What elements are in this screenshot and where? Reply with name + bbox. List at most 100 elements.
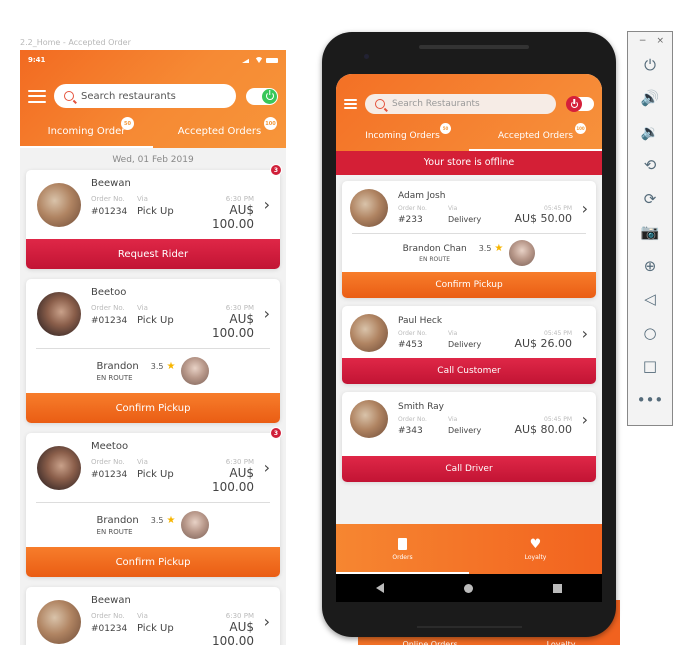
back-icon[interactable]: ◁ — [628, 283, 672, 317]
driver-name: Brandon — [96, 360, 139, 372]
order-time: 6:30 PM — [225, 304, 254, 312]
order-card[interactable]: Beewan Order No. Via 6:30 PM #01234 Pick Up… — [26, 587, 280, 645]
order-via: Pick Up — [137, 315, 174, 326]
order-amount: AU$ 50.00 — [514, 212, 572, 225]
order-card[interactable]: Adam Josh Order No. Via 05:45 PM #233 Deliv… — [342, 181, 596, 298]
customer-name: Adam Josh — [398, 191, 446, 201]
chevron-right-icon[interactable]: › — [254, 612, 270, 631]
order-time: 6:30 PM — [225, 458, 254, 466]
order-amount: AU$ 100.00 — [212, 203, 254, 231]
rotate-right-icon[interactable]: ⟳ — [628, 182, 672, 216]
order-number: #01234 — [91, 207, 128, 217]
store-online-toggle[interactable] — [246, 87, 278, 105]
order-number: #453 — [398, 340, 423, 350]
tab-accepted-orders[interactable]: Accepted Orders 100 — [153, 117, 286, 148]
customer-avatar — [37, 599, 81, 644]
artboard-label: 2.2_Home - Accepted Order — [20, 38, 131, 47]
confirm-pickup-button[interactable]: Confirm Pickup — [26, 547, 280, 577]
power-icon — [265, 92, 274, 100]
search-input[interactable]: Search restaurants — [54, 84, 236, 108]
minimize-button[interactable]: − — [639, 36, 647, 46]
tab-badge: 100 — [575, 123, 586, 134]
heart-icon: ♥ — [529, 536, 542, 552]
search-icon — [64, 91, 74, 101]
search-placeholder: Search Restaurants — [392, 99, 480, 109]
order-card[interactable]: Smith Ray Order No. Via 05:45 PM #343 Deliv… — [342, 392, 596, 482]
chevron-right-icon[interactable]: › — [254, 458, 270, 477]
home-icon[interactable]: ○ — [628, 316, 672, 350]
offline-banner: Your store is offline — [336, 151, 602, 175]
order-via: Pick Up — [137, 206, 174, 217]
front-camera — [364, 54, 369, 59]
volume-down-icon[interactable]: 🔉 — [628, 115, 672, 149]
request-rider-button[interactable]: Request Rider — [26, 239, 280, 269]
zoom-icon[interactable]: ⊕ — [628, 249, 672, 283]
status-time: 9:41 — [28, 56, 46, 64]
driver-info: Brandon EN ROUTE 3.5 ★ — [26, 349, 280, 393]
tab-incoming-orders[interactable]: Incoming Orders 50 — [336, 123, 469, 151]
menu-icon[interactable] — [344, 99, 357, 109]
confirm-pickup-button[interactable]: Confirm Pickup — [26, 393, 280, 423]
order-number: #233 — [398, 215, 423, 225]
driver-avatar — [181, 511, 210, 539]
overview-icon[interactable]: □ — [628, 350, 672, 384]
document-icon — [398, 537, 407, 550]
notification-badge: 3 — [270, 164, 282, 176]
driver-rating: 3.5 — [150, 361, 164, 371]
chevron-right-icon[interactable]: › — [254, 195, 270, 214]
order-amount: AU$ 100.00 — [212, 312, 254, 340]
order-card[interactable]: Beetoo Order No. Via 6:30 PM #01234 Pick Up… — [26, 279, 280, 423]
confirm-pickup-button[interactable]: Confirm Pickup — [342, 272, 596, 298]
app-header: Search Restaurants Incoming Orders 50 Ac… — [336, 74, 602, 151]
order-via: Delivery — [448, 340, 482, 349]
phone-speaker — [419, 45, 529, 49]
tab-badge: 100 — [264, 117, 277, 130]
order-via: Delivery — [448, 426, 482, 435]
close-button[interactable]: × — [656, 36, 664, 46]
emulator-toolbar: − × ⏻ 🔊 🔉 ⟲ ⟳ 📷 ⊕ ◁ ○ □ ••• — [627, 31, 673, 426]
power-icon[interactable]: ⏻ — [628, 48, 672, 82]
customer-name: Paul Heck — [398, 316, 443, 326]
customer-avatar — [350, 189, 388, 227]
order-card[interactable]: 3 Meetoo Order No. Via 6:30 PM #01234 Pick … — [26, 427, 282, 577]
chevron-right-icon[interactable]: › — [572, 324, 588, 343]
search-icon — [375, 99, 385, 109]
customer-avatar — [350, 400, 388, 438]
more-icon[interactable]: ••• — [628, 383, 672, 417]
order-card[interactable]: Paul Heck Order No. Via 05:45 PM #453 Deliv… — [342, 306, 596, 384]
rotate-left-icon[interactable]: ⟲ — [628, 149, 672, 183]
store-online-toggle[interactable] — [566, 96, 594, 112]
search-placeholder: Search restaurants — [81, 90, 176, 102]
bottom-nav: Orders ♥ Loyalty — [336, 524, 602, 574]
tab-incoming-order[interactable]: Incoming Order 50 — [20, 117, 153, 148]
customer-avatar — [350, 314, 388, 352]
back-icon[interactable] — [376, 583, 384, 593]
search-input[interactable]: Search Restaurants — [365, 94, 556, 114]
call-customer-button[interactable]: Call Customer — [342, 358, 596, 384]
tab-accepted-orders[interactable]: Accepted Orders 100 — [469, 123, 602, 151]
android-nav-bar — [336, 574, 602, 602]
driver-rating: 3.5 — [478, 243, 492, 253]
order-card[interactable]: 3 Beewan Order No. Via 6:30 PM #01234 Pick … — [26, 164, 282, 269]
app-header: 9:41 Search restaurants Incoming Order 5… — [20, 50, 286, 148]
order-amount: AU$ 100.00 — [212, 620, 254, 645]
menu-icon[interactable] — [28, 89, 46, 103]
chevron-right-icon[interactable]: › — [254, 304, 270, 323]
call-driver-button[interactable]: Call Driver — [342, 456, 596, 482]
wifi-icon — [255, 57, 263, 63]
customer-avatar — [37, 291, 81, 336]
tab-badge: 50 — [440, 123, 451, 134]
camera-icon[interactable]: 📷 — [628, 216, 672, 250]
signal-icon — [242, 57, 252, 63]
date-header: Wed, 01 Feb 2019 — [112, 155, 194, 165]
star-icon: ★ — [494, 242, 504, 254]
nav-loyalty[interactable]: ♥ Loyalty — [469, 524, 602, 574]
order-number: #343 — [398, 426, 423, 436]
chevron-right-icon[interactable]: › — [572, 410, 588, 429]
chevron-right-icon[interactable]: › — [572, 199, 588, 218]
home-icon[interactable] — [464, 583, 473, 593]
recent-apps-icon[interactable] — [553, 583, 562, 593]
volume-up-icon[interactable]: 🔊 — [628, 82, 672, 116]
nav-orders[interactable]: Orders — [336, 524, 469, 574]
customer-name: Meetoo — [91, 441, 129, 452]
